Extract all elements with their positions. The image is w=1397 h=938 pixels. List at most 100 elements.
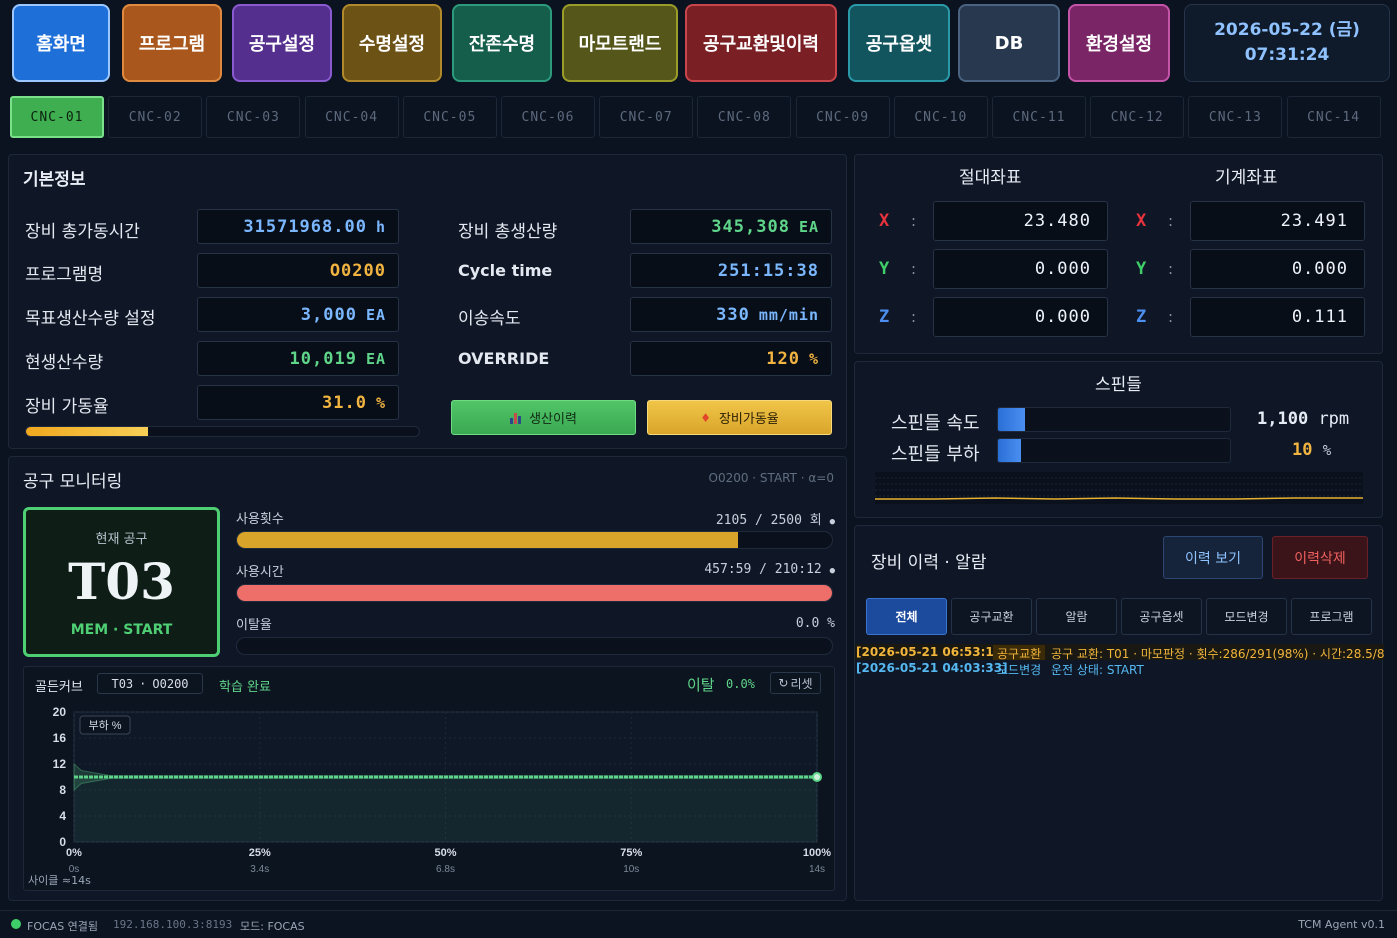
nav-button-9[interactable]: 환경설정 [1068, 4, 1170, 82]
total-runtime-value: 31571968.00 h [197, 209, 399, 244]
current-point [812, 772, 822, 782]
history-panel: 장비 이력 · 알람 이력 보기 이력삭제 전체 공구교환 알람 공구옵셋 모드변경 프로… [854, 525, 1384, 901]
history-type: 모드변경 [997, 663, 1042, 676]
cnc-tab-3[interactable]: CNC-03 [206, 96, 301, 138]
spindle-load-value: 10 % [1292, 440, 1331, 460]
target-qty-label: 목표생산수량 설정 [25, 309, 156, 329]
cycle-time-value: 251:15:38 [630, 253, 832, 288]
golden-sep: · [139, 676, 147, 691]
usage-time-value: 457:59 / 210:12 ● [605, 562, 835, 577]
bar-chart-icon [510, 412, 522, 424]
filter-tab-4[interactable]: 모드변경 [1206, 598, 1287, 635]
status-bar: FOCAS 연결됨 192.168.100.3:8193 모드: FOCAS T… [0, 910, 1397, 938]
spindle-load-number: 10 [1292, 440, 1313, 460]
tool-monitoring-title: 공구 모니터링 [23, 472, 123, 492]
golden-program: O0200 [152, 676, 189, 691]
cnc-tab-10[interactable]: CNC-10 [893, 96, 988, 138]
nav-button-1[interactable]: 프로그램 [122, 4, 222, 82]
tool-monitoring-panel: 공구 모니터링 O0200 · START · α=0 현재 공구 T03 ME… [8, 456, 847, 901]
nav-button-7[interactable]: 공구옵셋 [848, 4, 950, 82]
cnc-tab-12[interactable]: CNC-12 [1090, 96, 1185, 138]
history-type: 공구교환 [993, 645, 1046, 660]
spindle-load-fill [998, 439, 1022, 462]
cnc-tab-2[interactable]: CNC-02 [108, 96, 203, 138]
utilization-progress-bar [25, 426, 420, 437]
cnc-tab-5[interactable]: CNC-05 [402, 96, 497, 138]
top-navigation: 2026-05-22 (금) 07:31:24 홈화면 프로그램 공구설정 수명설정 잔… [8, 4, 1391, 84]
nav-button-3[interactable]: 수명설정 [342, 4, 442, 82]
spindle-speed-number: 1,100 [1257, 409, 1309, 429]
filter-tab-3[interactable]: 공구옵셋 [1121, 598, 1202, 635]
abs-coord-y: 0.000 [933, 249, 1108, 289]
total-runtime-unit: h [375, 217, 386, 236]
nav-button-8[interactable]: DB [958, 4, 1060, 82]
override-unit: % [808, 349, 819, 368]
utilization-value: 31.0% [197, 385, 399, 420]
usage-time-bar [236, 584, 833, 602]
deviation-rate-number: 0.0 [795, 616, 820, 631]
total-output-unit: EA [798, 217, 819, 236]
load-area [74, 777, 817, 842]
golden-reset-button[interactable]: ↻ 리셋 [770, 672, 821, 694]
utilization-button[interactable]: ♦ 장비가동율 [647, 400, 832, 435]
flame-icon: ♦ [700, 410, 711, 425]
abs-axis-y-colon: : [911, 260, 917, 278]
cycle-note: 사이클 ≈14s [28, 874, 91, 887]
abs-axis-z-colon: : [911, 308, 917, 326]
view-history-button[interactable]: 이력 보기 [1163, 536, 1263, 579]
history-entry[interactable]: [2026-05-21 04:03:33] 모드변경 운전 상태: START [855, 660, 1384, 676]
history-message: 운전 상태: START [1051, 663, 1144, 676]
usage-count-label: 사용횟수 [236, 512, 284, 527]
cnc-tab-14[interactable]: CNC-14 [1286, 96, 1381, 138]
program-value: O0200 [197, 253, 399, 288]
golden-reset-label: 리셋 [790, 676, 813, 691]
x-tick-label: 100% [803, 847, 831, 859]
abs-axis-y-label: Y [879, 259, 890, 279]
cnc-tab-1[interactable]: CNC-01 [10, 96, 104, 138]
delete-history-button[interactable]: 이력삭제 [1272, 536, 1368, 579]
ip-address: 192.168.100.3:8193 [113, 918, 233, 931]
usage-count-value: 2105 / 2500 회 ● [605, 509, 835, 528]
tool-status-text: O0200 · START · α=0 [708, 471, 835, 485]
abs-coord-x: 23.480 [933, 201, 1108, 241]
history-time: [2026-05-21 06:53:19] [856, 645, 1008, 659]
cnc-tab-8[interactable]: CNC-08 [697, 96, 792, 138]
target-qty-value[interactable]: 3,000 EA [197, 297, 399, 332]
total-runtime-number: 31571968.00 [243, 216, 367, 237]
cnc-tab-9[interactable]: CNC-09 [795, 96, 890, 138]
utilization-number: 31.0 [322, 392, 367, 413]
connection-status-icon [11, 919, 21, 929]
abs-coord-z: 0.000 [933, 297, 1108, 337]
absolute-coord-title: 절대좌표 [959, 168, 1022, 188]
filter-tab-0[interactable]: 전체 [866, 598, 947, 635]
nav-button-4[interactable]: 잔존수명 [452, 4, 552, 82]
version-text: TCM Agent v0.1 [1298, 918, 1385, 931]
cnc-tab-11[interactable]: CNC-11 [992, 96, 1086, 138]
x-tick-label: 25% [249, 847, 271, 859]
filter-tab-1[interactable]: 공구교환 [951, 598, 1032, 635]
production-history-button[interactable]: 생산이력 [451, 400, 636, 435]
x-subtick-label: 3.4s [250, 864, 269, 875]
history-title: 장비 이력 · 알람 [871, 553, 987, 573]
nav-button-2[interactable]: 공구설정 [232, 4, 332, 82]
history-entry[interactable]: [2026-05-21 06:53:19] 공구교환 공구 교환: T01 · 마모… [855, 644, 1384, 660]
cnc-tab-7[interactable]: CNC-07 [599, 96, 694, 138]
program-label: 프로그램명 [25, 265, 104, 285]
nav-button-6[interactable]: 공구교환및이력 [685, 4, 837, 82]
spindle-load-unit: % [1322, 443, 1332, 459]
cnc-tab-bar: CNC-01 CNC-02 CNC-03 CNC-04 CNC-05 CNC-06 CNC-… [8, 96, 1391, 138]
golden-curve-selector[interactable]: T03 · O0200 [97, 673, 203, 694]
y-tick-label: 20 [53, 705, 67, 719]
filter-tab-2[interactable]: 알람 [1036, 598, 1117, 635]
cnc-tab-4[interactable]: CNC-04 [304, 96, 399, 138]
nav-button-5[interactable]: 마모트랜드 [562, 4, 678, 82]
y-tick-label: 8 [59, 783, 66, 797]
golden-deviation-label: 이탈 [687, 676, 715, 694]
filter-tab-5[interactable]: 프로그램 [1291, 598, 1372, 635]
abs-axis-z-label: Z [879, 307, 890, 327]
nav-button-0[interactable]: 홈화면 [12, 4, 110, 82]
mach-axis-z-label: Z [1136, 307, 1147, 327]
current-tool-label: 현재 공구 [95, 532, 148, 547]
cnc-tab-13[interactable]: CNC-13 [1188, 96, 1283, 138]
cnc-tab-6[interactable]: CNC-06 [501, 96, 595, 138]
